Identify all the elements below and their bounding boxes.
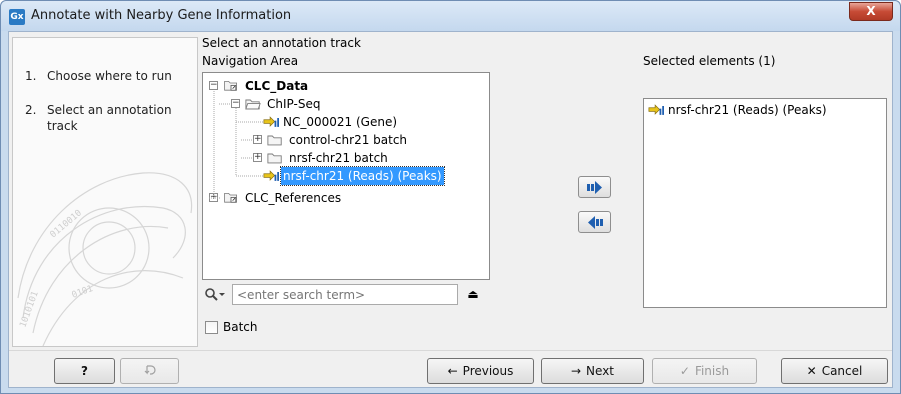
navigation-area-label: Navigation Area: [202, 54, 299, 68]
svg-text:1010101: 1010101: [18, 290, 40, 329]
list-item[interactable]: nrsf-chr21 (Reads) (Peaks): [648, 101, 878, 119]
search-row: ⏏: [202, 284, 490, 306]
selected-elements-list[interactable]: nrsf-chr21 (Reads) (Peaks): [643, 98, 887, 308]
previous-label: Previous: [462, 364, 514, 378]
arrow-left-icon: ←: [447, 364, 458, 378]
previous-button[interactable]: ← Previous: [427, 358, 534, 384]
dialog-window: Gx Annotate with Nearby Gene Information…: [0, 0, 901, 394]
next-label: Next: [586, 364, 615, 378]
search-input[interactable]: [232, 284, 458, 305]
dialog-body: 1. Choose where to run 2. Select an annota…: [8, 31, 893, 388]
wizard-steps-panel: 1. Choose where to run 2. Select an annota…: [12, 37, 198, 347]
tree-node-label: nrsf-chr21 batch: [289, 151, 388, 165]
title-bar[interactable]: Gx Annotate with Nearby Gene Information…: [1, 1, 900, 31]
tree-connector-lines: [209, 91, 263, 199]
clear-search-icon[interactable]: ⏏: [466, 287, 480, 301]
step-label: Choose where to run: [47, 69, 172, 83]
tree-node-label: control-chr21 batch: [289, 133, 408, 147]
cancel-label: Cancel: [821, 364, 863, 378]
next-button[interactable]: → Next: [541, 358, 644, 384]
list-item-label: nrsf-chr21 (Reads) (Peaks): [668, 103, 827, 117]
step-number: 1.: [25, 69, 37, 83]
arrow-left-icon: [588, 216, 603, 229]
footer-divider: [9, 350, 892, 351]
arrow-right-icon: →: [570, 364, 582, 378]
navigation-tree[interactable]: − CLC_Data − ChIP-Seq NC_000021 (Gene) +…: [202, 72, 490, 280]
search-icon[interactable]: [204, 287, 226, 303]
cancel-button[interactable]: ✕ Cancel: [781, 358, 888, 384]
tree-node-label-selected: nrsf-chr21 (Reads) (Peaks): [280, 166, 445, 186]
svg-text:0101: 0101: [71, 284, 95, 301]
reset-button[interactable]: [120, 358, 179, 384]
finish-button[interactable]: ✓ Finish: [652, 358, 757, 384]
cancel-x-icon: ✕: [806, 364, 817, 378]
finish-label: Finish: [694, 364, 730, 378]
step-number: 2.: [25, 103, 37, 117]
help-button[interactable]: ?: [54, 358, 115, 384]
add-to-selection-button[interactable]: [578, 176, 611, 198]
remove-from-selection-button[interactable]: [578, 211, 611, 233]
app-icon: Gx: [9, 9, 25, 25]
checkmark-icon: ✓: [679, 364, 690, 378]
reset-icon: [144, 365, 156, 375]
batch-label: Batch: [223, 320, 258, 334]
wizard-step-1: 1. Choose where to run: [25, 68, 187, 84]
annotation-track-icon: [648, 104, 664, 115]
decorative-swirl-graphic: 0110010 1010101 0101: [17, 172, 193, 346]
batch-checkbox[interactable]: [205, 321, 218, 334]
selected-elements-label: Selected elements (1): [643, 54, 776, 68]
window-title: Annotate with Nearby Gene Information: [31, 8, 292, 23]
arrow-right-icon: [587, 181, 602, 194]
panel-title: Select an annotation track: [202, 36, 361, 50]
close-button[interactable]: X: [849, 2, 893, 21]
